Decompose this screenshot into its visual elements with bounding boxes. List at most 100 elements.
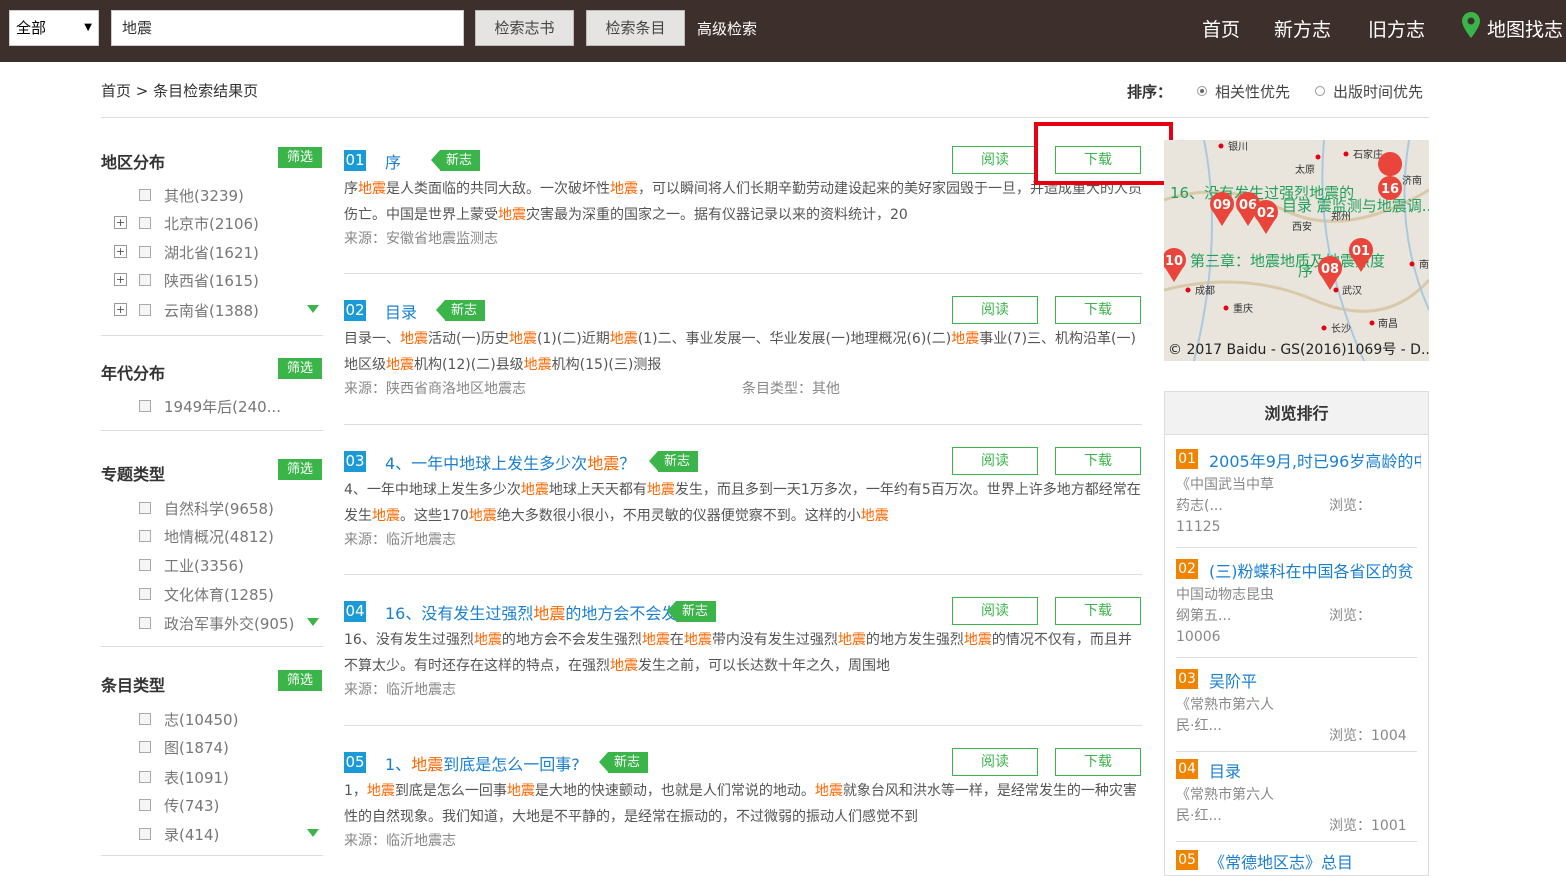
- expand-more-icon[interactable]: [307, 829, 319, 837]
- result-title-link[interactable]: 序: [385, 149, 401, 173]
- read-button[interactable]: 阅读: [952, 597, 1038, 625]
- expand-more-icon[interactable]: [307, 618, 319, 626]
- filter-checkbox-item[interactable]: 北京市(2106): [139, 213, 259, 234]
- filter-checkbox-item[interactable]: 工业(3356): [139, 555, 244, 576]
- sort-label: 排序：: [1127, 83, 1173, 101]
- filter-checkbox-item[interactable]: 云南省(1388): [139, 300, 259, 321]
- result-title-link[interactable]: 目录: [385, 299, 417, 323]
- result-snippet: 目录一、地震活动(一)历史地震(1)(二)近期地震(1)二、事业发展一、华业发展…: [344, 331, 1136, 373]
- result-title-link[interactable]: 1、地震到底是怎么一回事?: [385, 751, 580, 775]
- svg-text:09: 09: [1213, 198, 1231, 213]
- filter-checkbox-item[interactable]: 表(1091): [139, 767, 229, 788]
- rank-source: 《常熟市第六人民·红...: [1176, 697, 1274, 734]
- era-filter-title: 年代分布: [101, 364, 166, 383]
- radio-icon: [1315, 85, 1325, 96]
- rank-number: 03: [1176, 669, 1198, 689]
- sort-relevance-option[interactable]: 相关性优先: [1197, 81, 1290, 102]
- result-number: 01: [344, 150, 366, 171]
- rank-title-link[interactable]: (三)粉蝶科在中国各省区的贫: [1209, 558, 1421, 582]
- result-type: 条目类型：其他: [742, 381, 840, 397]
- search-books-button[interactable]: 检索志书: [475, 10, 574, 46]
- map-city-label: 武汉: [1342, 284, 1362, 297]
- result-snippet: 4、一年中地球上发生多少次地震地球上天天都有地震发生，而且多到一天1万多次，一年…: [344, 482, 1141, 524]
- scope-select-value: 全部: [16, 19, 47, 37]
- result-number: 03: [344, 451, 366, 472]
- filter-checkbox-item[interactable]: 政治军事外交(905): [139, 613, 294, 634]
- era-filter-button[interactable]: 筛选: [278, 358, 322, 379]
- expand-plus-icon[interactable]: +: [114, 245, 127, 258]
- breadcrumb[interactable]: 首页 > 条目检索结果页: [101, 80, 258, 101]
- rank-title-link[interactable]: 吴阶平: [1209, 668, 1421, 692]
- filter-checkbox-item[interactable]: 其他(3239): [139, 185, 244, 206]
- topic-filter-button[interactable]: 筛选: [278, 459, 322, 480]
- new-gazetteer-tag: 新志: [430, 150, 481, 171]
- expand-plus-icon[interactable]: +: [114, 273, 127, 286]
- search-items-button[interactable]: 检索条目: [586, 10, 685, 46]
- expand-plus-icon[interactable]: +: [114, 303, 127, 316]
- nav-map-search[interactable]: 地图找志: [1487, 15, 1563, 42]
- download-button[interactable]: 下载: [1055, 447, 1141, 475]
- filter-checkbox-item[interactable]: 图(1874): [139, 737, 229, 758]
- divider: [344, 725, 1142, 726]
- map-city-label: 长沙: [1331, 323, 1351, 335]
- download-button[interactable]: 下载: [1055, 296, 1141, 324]
- region-filter-button[interactable]: 筛选: [278, 147, 322, 168]
- result-source: 来源：临沂地震志: [344, 833, 456, 849]
- divider: [344, 574, 1142, 575]
- divider: [101, 430, 323, 431]
- rank-source: 《中国武当中草药志(... 11125: [1176, 477, 1274, 535]
- new-gazetteer-tag: 新志: [666, 601, 717, 622]
- map-city-label: 成都: [1195, 285, 1215, 297]
- advanced-search-link[interactable]: 高级检索: [697, 18, 757, 39]
- search-input[interactable]: 地震: [111, 10, 464, 46]
- divider: [101, 335, 323, 336]
- nav-home[interactable]: 首页: [1202, 15, 1240, 42]
- read-button[interactable]: 阅读: [952, 748, 1038, 776]
- read-button[interactable]: 阅读: [952, 146, 1038, 174]
- expand-plus-icon[interactable]: +: [114, 216, 127, 229]
- rank-views-label: 浏览：: [1329, 498, 1371, 514]
- map-city-label: 重庆: [1233, 302, 1253, 315]
- top-bar: 全部 ▼ 地震 检索志书 检索条目 高级检索 首页 新方志 旧方志 地图找志: [0, 0, 1566, 62]
- filter-checkbox-item[interactable]: 1949年后(240...: [139, 396, 281, 417]
- download-button[interactable]: 下载: [1055, 597, 1141, 625]
- entry-type-filter-button[interactable]: 筛选: [278, 670, 322, 691]
- map-canvas[interactable]: 银川 石家庄 太原 济南 郑州 西安 成都 重庆 武汉 长沙 南昌 南 16、没…: [1164, 140, 1429, 361]
- nav-old-gazetteer[interactable]: 旧方志: [1368, 15, 1425, 42]
- ranking-title: 浏览排行: [1165, 392, 1428, 435]
- filter-checkbox-item[interactable]: 自然科学(9658): [139, 498, 274, 519]
- result-map[interactable]: 银川 石家庄 太原 济南 郑州 西安 成都 重庆 武汉 长沙 南昌 南 16、没…: [1164, 140, 1429, 361]
- map-city-label: 太原: [1295, 163, 1315, 176]
- rank-title-link[interactable]: 2005年9月,时已96岁高龄的中: [1209, 448, 1421, 472]
- filter-checkbox-item[interactable]: 文化体育(1285): [139, 584, 274, 605]
- filter-checkbox-item[interactable]: 录(414): [139, 824, 219, 845]
- rank-source: 中国动物志昆虫纲第五... 10006: [1176, 587, 1274, 645]
- filter-checkbox-item[interactable]: 地情概况(4812): [139, 526, 274, 547]
- svg-text:08: 08: [1321, 262, 1339, 277]
- filter-checkbox-item[interactable]: 传(743): [139, 795, 219, 816]
- new-gazetteer-tag: 新志: [435, 300, 486, 321]
- filter-checkbox-item[interactable]: 志(10450): [139, 709, 238, 730]
- nav-new-gazetteer[interactable]: 新方志: [1274, 15, 1331, 42]
- result-snippet: 序地震是人类面临的共同大敌。一次破坏性地震，可以瞬间将人们长期辛勤劳动建设起来的…: [344, 181, 1142, 223]
- filter-checkbox-item[interactable]: 湖北省(1621): [139, 242, 259, 263]
- result-number: 02: [344, 300, 366, 321]
- filter-checkbox-item[interactable]: 陕西省(1615): [139, 270, 259, 291]
- rank-title-link[interactable]: 《常德地区志》总目: [1209, 849, 1421, 873]
- region-filter-title: 地区分布: [101, 153, 166, 172]
- result-title-link[interactable]: 16、没有发生过强烈地震的地方会不会发: [385, 600, 677, 624]
- read-button[interactable]: 阅读: [952, 296, 1038, 324]
- divider: [1176, 547, 1417, 548]
- sort-date-option[interactable]: 出版时间优先: [1315, 81, 1423, 102]
- read-button[interactable]: 阅读: [952, 447, 1038, 475]
- rank-views-label: 浏览：: [1329, 608, 1371, 624]
- result-source: 来源：临沂地震志: [344, 682, 456, 698]
- download-button[interactable]: 下载: [1055, 748, 1141, 776]
- rank-views-label: 浏览：1001: [1329, 818, 1407, 834]
- scope-select[interactable]: 全部 ▼: [9, 10, 99, 46]
- result-title-link[interactable]: 4、一年中地球上发生多少次地震？: [385, 450, 635, 474]
- new-gazetteer-tag: 新志: [598, 752, 649, 773]
- expand-more-icon[interactable]: [307, 305, 319, 313]
- rank-title-link[interactable]: 目录: [1209, 758, 1421, 782]
- svg-text:02: 02: [1257, 206, 1275, 221]
